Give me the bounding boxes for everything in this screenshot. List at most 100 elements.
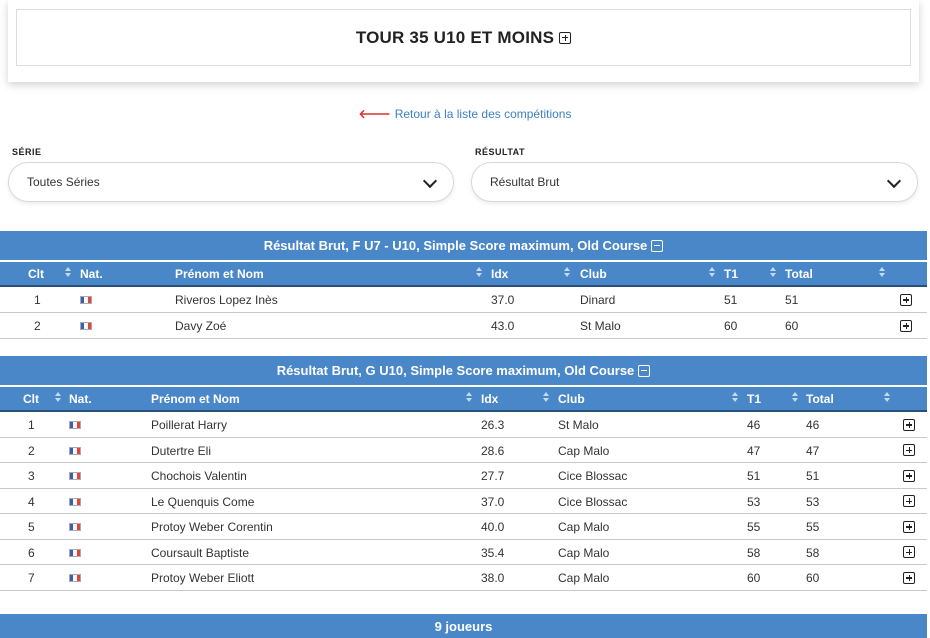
col-t1[interactable]: T1: [724, 267, 738, 281]
sort-icon[interactable]: [543, 392, 549, 404]
france-flag-icon: [69, 472, 81, 480]
club-cell: Dinard: [580, 293, 616, 307]
col-idx[interactable]: Idx: [481, 392, 498, 406]
t1-cell: 60: [724, 319, 738, 333]
col-total[interactable]: Total: [785, 267, 813, 281]
player-name: Dutertre Eli: [151, 443, 212, 458]
player-name: Protoy Weber Eliott: [151, 571, 255, 585]
expand-row-icon[interactable]: [903, 417, 915, 431]
arrow-left-icon: 🡐: [358, 107, 391, 121]
rank-cell: 5: [28, 520, 35, 534]
sort-icon[interactable]: [476, 267, 482, 279]
col-idx[interactable]: Idx: [491, 267, 508, 281]
idx-cell: 40.0: [481, 520, 505, 534]
sort-icon[interactable]: [564, 267, 570, 279]
group-title: Résultat Brut, G U10, Simple Score maxim…: [276, 363, 635, 378]
collapse-group-icon[interactable]: [638, 364, 651, 377]
col-t1[interactable]: T1: [747, 392, 761, 406]
group-header-girls[interactable]: Résultat Brut, F U7 - U10, Simple Score …: [0, 231, 927, 260]
t1-cell: 47: [747, 443, 761, 458]
sort-icon[interactable]: [55, 392, 61, 404]
expand-row-icon[interactable]: [903, 468, 915, 482]
col-name[interactable]: Prénom et Nom: [151, 392, 240, 406]
expand-row-icon[interactable]: [903, 570, 915, 584]
group-header-boys[interactable]: Résultat Brut, G U10, Simple Score maxim…: [0, 356, 927, 385]
t1-cell: 51: [724, 293, 738, 307]
total-cell: 47: [806, 443, 820, 458]
serie-select[interactable]: Toutes Séries: [8, 162, 454, 202]
idx-cell: 37.0: [481, 494, 505, 509]
rank-cell: 4: [28, 494, 35, 509]
resultat-filter-label: RÉSULTAT: [475, 147, 525, 157]
back-link-label: Retour à la liste des compétitions: [394, 107, 572, 121]
table-row[interactable]: 6 Coursault Baptiste 35.4 Cap Malo 58 58: [0, 539, 927, 565]
idx-cell: 38.0: [481, 571, 505, 585]
sort-icon[interactable]: [884, 392, 890, 404]
t1-cell: 60: [747, 571, 761, 585]
col-club[interactable]: Club: [580, 267, 607, 281]
rank-cell: 1: [28, 418, 35, 432]
sort-icon[interactable]: [732, 392, 738, 404]
expand-row-icon[interactable]: [903, 443, 915, 457]
total-cell: 60: [806, 571, 820, 585]
france-flag-icon: [69, 523, 81, 531]
col-rank[interactable]: Clt: [23, 392, 39, 406]
player-name: Poillerat Harry: [151, 418, 228, 432]
player-name: Davy Zoé: [175, 319, 227, 333]
back-to-competitions-link[interactable]: 🡐 Retour à la liste des compétitions: [0, 106, 930, 121]
col-total[interactable]: Total: [806, 392, 834, 406]
sort-icon[interactable]: [709, 267, 715, 279]
table-row[interactable]: 2 Dutertre Eli 28.6 Cap Malo 47 47: [0, 437, 927, 463]
france-flag-icon: [80, 296, 92, 304]
table-row[interactable]: 4 Le Quenquis Come 37.0 Cice Blossac 53 …: [0, 488, 927, 514]
club-cell: Cap Malo: [558, 443, 610, 458]
table-header-boys: Clt Nat. Prénom et Nom Idx Club T1 Total: [0, 387, 927, 412]
table-row[interactable]: 1 Poillerat Harry 26.3 St Malo 46 46: [0, 412, 927, 438]
t1-cell: 53: [747, 494, 761, 509]
player-name: Coursault Baptiste: [151, 545, 250, 560]
total-cell: 51: [806, 469, 820, 483]
club-cell: Cice Blossac: [558, 469, 628, 483]
sort-icon[interactable]: [770, 267, 776, 279]
players-count-bar: 9 joueurs: [0, 614, 927, 638]
sort-icon[interactable]: [792, 392, 798, 404]
chevron-down-icon: [886, 173, 902, 189]
col-nat[interactable]: Nat.: [69, 392, 92, 406]
table-row[interactable]: 7 Protoy Weber Eliott 38.0 Cap Malo 60 6…: [0, 565, 927, 591]
sort-icon[interactable]: [466, 392, 472, 404]
expand-row-icon[interactable]: [903, 519, 915, 533]
expand-row-icon[interactable]: [900, 292, 912, 306]
expand-row-icon[interactable]: [903, 494, 915, 508]
sort-icon[interactable]: [879, 267, 885, 279]
expand-title-icon[interactable]: [559, 31, 572, 44]
france-flag-icon: [69, 497, 81, 506]
col-name[interactable]: Prénom et Nom: [175, 267, 264, 281]
serie-filter-label: SÉRIE: [12, 147, 42, 157]
expand-row-icon[interactable]: [903, 545, 915, 559]
expand-row-icon[interactable]: [900, 318, 912, 332]
player-name: Protoy Weber Corentin: [151, 520, 273, 534]
rank-cell: 6: [28, 545, 35, 560]
resultat-select[interactable]: Résultat Brut: [471, 162, 918, 202]
table-row[interactable]: 1 Riveros Lopez Inès 37.0 Dinard 51 51: [0, 287, 927, 313]
idx-cell: 28.6: [481, 443, 505, 458]
club-cell: Cap Malo: [558, 545, 610, 560]
club-cell: Cap Malo: [558, 520, 610, 534]
club-cell: St Malo: [580, 319, 621, 333]
col-nat[interactable]: Nat.: [80, 267, 103, 281]
club-cell: Cap Malo: [558, 571, 610, 585]
total-cell: 55: [806, 520, 820, 534]
collapse-group-icon[interactable]: [651, 239, 664, 252]
table-header-girls: Clt Nat. Prénom et Nom Idx Club T1 Total: [0, 262, 927, 287]
table-row[interactable]: 3 Chochois Valentin 27.7 Cice Blossac 51…: [0, 463, 927, 489]
idx-cell: 37.0: [491, 293, 515, 307]
competition-title: TOUR 35 U10 ET MOINS: [355, 27, 555, 47]
table-row[interactable]: 5 Protoy Weber Corentin 40.0 Cap Malo 55…: [0, 514, 927, 540]
col-rank[interactable]: Clt: [28, 267, 44, 281]
sort-icon[interactable]: [65, 267, 71, 279]
col-club[interactable]: Club: [558, 392, 585, 406]
france-flag-icon: [69, 574, 81, 582]
players-count: 9 joueurs: [434, 618, 493, 634]
player-name: Riveros Lopez Inès: [175, 293, 278, 307]
table-row[interactable]: 2 Davy Zoé 43.0 St Malo 60 60: [0, 313, 927, 339]
